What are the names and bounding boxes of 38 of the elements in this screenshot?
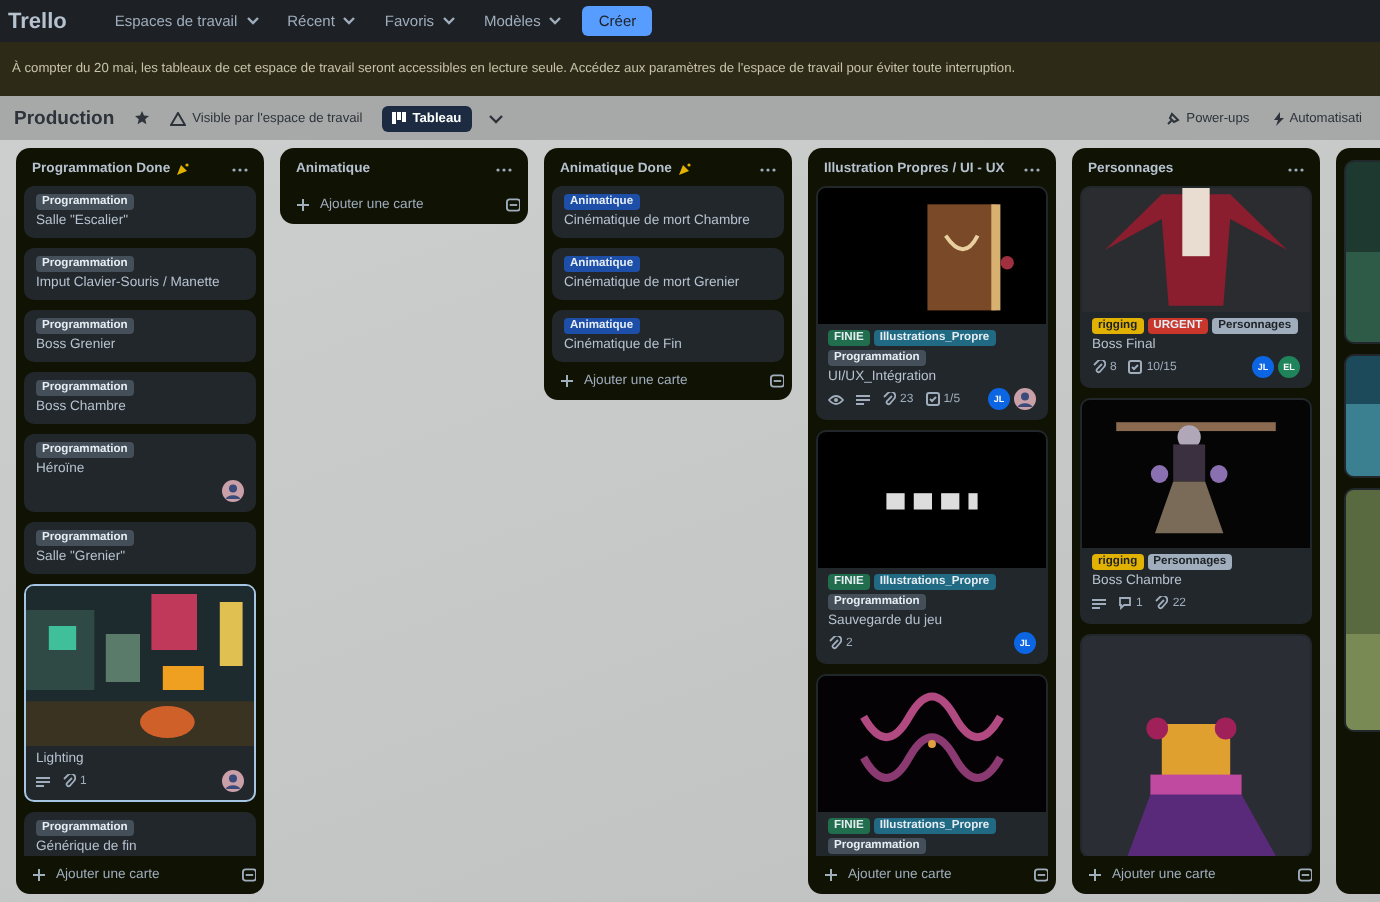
checklist-icon — [925, 392, 940, 406]
paperclip-icon — [62, 774, 76, 788]
board-icon — [392, 112, 407, 124]
checklist-icon — [1128, 360, 1143, 374]
plus-icon — [1088, 868, 1102, 882]
template-icon[interactable] — [1297, 868, 1312, 882]
template-icon[interactable] — [505, 198, 520, 212]
plus-icon — [32, 868, 46, 882]
star-icon[interactable] — [134, 110, 151, 126]
chevron-down-icon — [442, 16, 456, 26]
trello-logo[interactable]: Trello — [8, 9, 67, 33]
avatar[interactable] — [222, 770, 244, 792]
plus-icon — [296, 198, 310, 212]
triangle-icon — [170, 111, 187, 125]
description-icon — [36, 775, 50, 787]
paperclip-icon — [882, 392, 896, 406]
paperclip-icon — [1154, 596, 1169, 610]
paperclip-icon — [1092, 360, 1106, 374]
plus-icon — [824, 868, 838, 882]
party-icon — [677, 162, 692, 176]
template-icon[interactable] — [241, 868, 256, 882]
avatar[interactable] — [1014, 388, 1036, 410]
chevron-down-icon — [342, 16, 357, 26]
chevron-down-icon — [548, 16, 563, 26]
template-icon[interactable] — [1033, 868, 1048, 882]
plus-icon — [560, 374, 574, 388]
chevron-down-icon[interactable] — [487, 113, 504, 123]
description-icon — [856, 393, 870, 405]
chevron-down-icon — [245, 16, 260, 26]
lightning-icon — [1273, 111, 1284, 125]
board-title[interactable]: Production — [14, 107, 115, 129]
template-icon[interactable] — [769, 374, 784, 388]
avatar[interactable] — [222, 480, 244, 502]
party-icon — [176, 162, 191, 176]
paperclip-icon — [828, 636, 842, 650]
comment-icon — [1118, 596, 1132, 610]
description-icon — [1092, 597, 1106, 609]
eye-icon — [828, 393, 844, 405]
